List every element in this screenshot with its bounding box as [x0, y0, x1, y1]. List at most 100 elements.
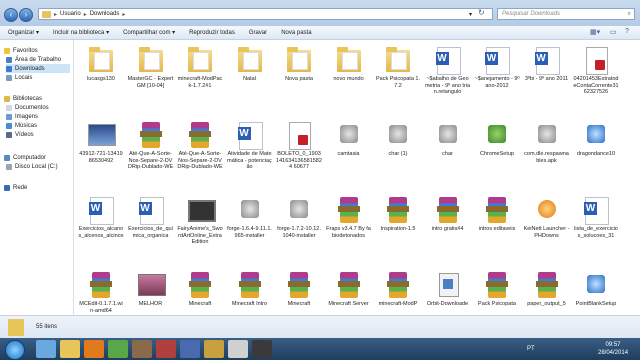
file-item[interactable]: MCEdit-0.1.7.1.win-amd64 — [78, 269, 124, 314]
file-item[interactable]: Minecraft — [276, 269, 322, 308]
file-item[interactable]: PointBlankSetup — [573, 269, 619, 308]
file-item[interactable]: Exercicios_alcanos_alcenos_alcinos — [78, 194, 124, 239]
clock[interactable]: 09:57 28/04/2014 — [598, 341, 628, 357]
file-item[interactable]: Fraps v3.4.7 By fabiodetonados — [326, 194, 372, 239]
file-name: camtasia — [337, 151, 360, 157]
app-taskbar-icon[interactable] — [156, 340, 176, 358]
chrome-taskbar-icon[interactable] — [108, 340, 128, 358]
preview-pane-icon[interactable]: ▭ — [610, 28, 617, 36]
file-item[interactable]: lucasgs130 — [78, 44, 124, 83]
sidebar-item-documents[interactable]: Documentos — [6, 103, 49, 112]
file-item[interactable]: 04201453ExtratodeContaCorrente3162327526 — [573, 44, 619, 96]
share-button[interactable]: Compartilhar com ▾ — [123, 29, 175, 36]
address-dropdown-icon[interactable]: ▾ — [469, 11, 472, 18]
breadcrumb-downloads[interactable]: Downloads — [90, 11, 120, 17]
file-name: 43912-721-1341986530492 — [79, 151, 123, 164]
file-item[interactable]: Inspiration-1.5 — [375, 194, 421, 233]
file-item[interactable]: BOLETO_0_19031416341365815824 60677 — [276, 119, 322, 171]
file-item[interactable]: char (1) — [375, 119, 421, 158]
explorer-taskbar-icon[interactable] — [60, 340, 80, 358]
sidebar-item-computer[interactable]: Computador — [4, 153, 46, 162]
file-item[interactable]: 3ºbi - 9º ano 2011 — [524, 44, 570, 83]
file-item[interactable]: ~$anejamento - 9ºano-2012 — [474, 44, 520, 89]
organize-button[interactable]: Organizar ▾ — [8, 29, 39, 36]
sidebar-item-libraries[interactable]: Bibliotecas — [4, 94, 42, 103]
help-icon[interactable]: ? — [625, 28, 629, 35]
file-item[interactable]: Até-Que-A-Sorte-Nos-Separe-2-DVDRip-Dubl… — [128, 119, 174, 171]
app-taskbar-icon[interactable] — [204, 340, 224, 358]
file-item[interactable]: Exercicios_de_quimica_organica — [128, 194, 174, 239]
file-item[interactable]: forge-1.6.4-9.11.1.965-installer — [227, 194, 273, 239]
file-item[interactable]: ~$abalho de Geometria - 9º ano trian.ret… — [425, 44, 471, 96]
sidebar-item-network[interactable]: Rede — [4, 183, 27, 192]
file-item[interactable]: ChromeSetup — [474, 119, 520, 158]
refresh-icon[interactable]: ↻ — [478, 8, 485, 17]
file-item[interactable]: Atividade de Matemática - potenciação — [227, 119, 273, 171]
file-item[interactable]: minecraft-ModP — [375, 269, 421, 308]
app-taskbar-icon[interactable] — [252, 340, 272, 358]
search-input[interactable]: Pesquisar Downloads ⌕ — [497, 8, 635, 20]
file-item[interactable]: 43912-721-1341986530492 — [78, 119, 124, 164]
network-icon — [4, 184, 10, 191]
include-library-button[interactable]: Incluir na biblioteca ▾ — [53, 29, 109, 36]
view-options-icon[interactable]: ▦▾ — [590, 28, 600, 36]
organize-label: Organizar — [8, 30, 35, 36]
sidebar-item-desktop[interactable]: Área de Trabalho — [6, 55, 61, 64]
file-item[interactable]: Natal — [227, 44, 273, 83]
file-item[interactable]: Pack Psicopata — [474, 269, 520, 308]
sidebar-item-music[interactable]: Músicas — [6, 121, 37, 130]
sidebar-item-videos[interactable]: Vídeos — [6, 130, 34, 139]
file-item[interactable]: Minecraft — [177, 269, 223, 308]
folder-contents — [193, 52, 209, 70]
library-icon — [4, 95, 10, 102]
file-item[interactable]: MELHOR — [128, 269, 174, 308]
file-item[interactable]: KeiNett Launcher - PHDowns — [524, 194, 570, 239]
file-name: KeiNett Launcher - PHDowns — [523, 226, 570, 239]
file-item[interactable]: novo mundo — [326, 44, 372, 83]
file-item[interactable]: FairyAnime's_SwordArtOnline_ExtraEdition — [177, 194, 223, 246]
start-button[interactable] — [5, 340, 25, 360]
file-item[interactable]: dragondance10 — [573, 119, 619, 158]
burn-button[interactable]: Gravar — [249, 30, 267, 36]
language-indicator[interactable]: PT — [527, 346, 535, 352]
file-item[interactable]: minecraft-ModPack-1.7.2#1 — [177, 44, 223, 89]
file-item[interactable]: camtasia — [326, 119, 372, 158]
file-item[interactable]: intro gratis#4 — [425, 194, 471, 233]
file-item[interactable]: Pack Psicopata 1.7.2 — [375, 44, 421, 89]
new-folder-button[interactable]: Nova pasta — [281, 30, 311, 36]
sidebar-item-places[interactable]: Locais — [6, 73, 32, 82]
play-all-button[interactable]: Reproduzir todas — [189, 30, 235, 36]
file-item[interactable]: paper_output_5 — [524, 269, 570, 308]
file-item[interactable]: Até-Que-A-Sorte-Nos-Separe-2-DVDRip-Dubl… — [177, 119, 223, 171]
forward-button[interactable]: › — [19, 8, 33, 22]
file-item[interactable]: Minecraft Intro — [227, 269, 273, 308]
file-item[interactable]: intros editaveis — [474, 194, 520, 233]
file-item[interactable]: lista_de_exercicios_solucoes_31 — [573, 194, 619, 239]
file-item[interactable]: forge-1.7.2-10.12.1040-installer — [276, 194, 322, 239]
file-item[interactable]: MasterGC - ExpertGM [10-04] — [128, 44, 174, 89]
desktop-icon — [6, 56, 12, 63]
file-item[interactable]: Nova pasta — [276, 44, 322, 83]
file-name: Orbit-Downloade — [426, 301, 469, 307]
file-item[interactable]: char — [425, 119, 471, 158]
app-taskbar-icon[interactable] — [180, 340, 200, 358]
img-file-icon — [86, 119, 116, 149]
app-taskbar-icon[interactable] — [132, 340, 152, 358]
file-item[interactable]: Orbit-Downloade — [425, 269, 471, 308]
sidebar-item-downloads[interactable]: Downloads — [6, 64, 70, 73]
file-name: Até-Que-A-Sorte-Nos-Separe-2-DVDRip-Dubl… — [177, 151, 223, 171]
breadcrumb-usuario[interactable]: Usuario — [60, 11, 81, 17]
back-button[interactable]: ‹ — [4, 8, 18, 22]
file-item[interactable]: com.dle.respawnables.apk — [524, 119, 570, 164]
ie-taskbar-icon[interactable] — [36, 340, 56, 358]
file-item[interactable]: Minecraft Server — [326, 269, 372, 308]
app-taskbar-icon[interactable] — [228, 340, 248, 358]
file-name: intros editaveis — [478, 226, 516, 232]
sidebar-item-local-disk[interactable]: Disco Local (C:) — [6, 162, 58, 171]
search-icon[interactable]: ⌕ — [628, 9, 631, 19]
taskbar: PT 09:57 28/04/2014 — [0, 338, 640, 360]
address-bar[interactable]: ▸ Usuario ▸ Downloads ▸ ▾ — [38, 8, 493, 20]
sidebar-item-images[interactable]: Imagens — [6, 112, 38, 121]
sidebar-item-favorites[interactable]: Favoritos — [4, 46, 38, 55]
media-player-taskbar-icon[interactable] — [84, 340, 104, 358]
